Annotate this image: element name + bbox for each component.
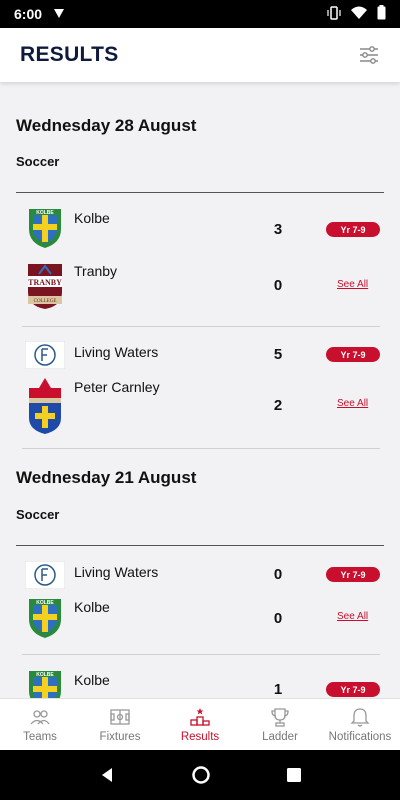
people-icon [30, 710, 50, 725]
team-name: Kolbe [74, 210, 110, 226]
status-bar: 6:00 [0, 0, 400, 28]
filter-button[interactable] [358, 44, 380, 66]
team-score: 2 [273, 397, 283, 414]
peter-carnley-logo [29, 378, 61, 434]
system-navigation-bar [0, 750, 400, 800]
tab-fixtures[interactable]: Fixtures [80, 699, 160, 750]
svg-text:KOLBE: KOLBE [36, 672, 54, 678]
match-divider [22, 654, 380, 655]
trophy-icon [271, 708, 289, 727]
see-all-link[interactable]: See All [337, 398, 368, 409]
sport-label: Soccer [16, 154, 60, 169]
team-score: 5 [273, 346, 283, 363]
svg-text:COLLEGE: COLLEGE [34, 299, 57, 304]
tab-teams-label: Teams [23, 731, 57, 743]
filter-sliders-icon [360, 46, 378, 64]
back-icon[interactable] [98, 766, 116, 784]
team-score: 0 [273, 566, 283, 583]
tranby-logo: TRANBY COLLEGE [28, 264, 62, 309]
team-name: Tranby [74, 263, 118, 279]
team-name: Living Waters [74, 564, 159, 580]
page-title: RESULTS [20, 43, 119, 66]
podium-icon [190, 708, 210, 726]
field-icon [110, 709, 130, 725]
kolbe-logo: KOLBE [29, 671, 61, 698]
tab-ladder-label: Ladder [262, 731, 298, 743]
team-name: Living Waters [74, 344, 159, 360]
living-waters-logo [25, 341, 65, 369]
living-waters-logo [25, 561, 65, 589]
bell-icon [350, 708, 370, 727]
year-badge: Yr 7-9 [326, 347, 380, 362]
section-divider [16, 192, 384, 193]
team-score: 0 [273, 610, 283, 627]
kolbe-logo: KOLBE [29, 599, 61, 638]
section-date-heading: Wednesday 28 August [16, 116, 197, 135]
section-divider [16, 545, 384, 546]
svg-text:KOLBE: KOLBE [36, 600, 54, 606]
sport-label: Soccer [16, 507, 60, 522]
match-divider [22, 326, 380, 327]
bottom-tab-bar: Teams Fixtures Results Ladder Notificati… [0, 698, 400, 750]
tab-notifications-label: Notifications [328, 731, 392, 743]
svg-text:KOLBE: KOLBE [36, 210, 54, 216]
team-name: Kolbe [74, 672, 110, 688]
battery-icon [377, 5, 386, 23]
team-score: 0 [273, 277, 283, 294]
team-name: Peter Carnley [74, 379, 160, 395]
app-header: RESULTS [0, 28, 400, 82]
match-divider [22, 448, 380, 449]
see-all-link[interactable]: See All [337, 279, 368, 290]
team-score: 1 [273, 681, 283, 698]
tab-fixtures-label: Fixtures [99, 731, 141, 743]
status-time: 6:00 [14, 6, 43, 22]
see-all-link[interactable]: See All [337, 611, 368, 622]
kolbe-logo: KOLBE [29, 209, 61, 248]
team-score: 3 [273, 221, 283, 238]
results-list[interactable]: Wednesday 28 August Soccer KOLBE Kolbe 3… [0, 82, 400, 698]
tab-teams[interactable]: Teams [0, 699, 80, 750]
wifi-icon [351, 6, 367, 23]
home-icon[interactable] [191, 765, 211, 785]
year-badge: Yr 7-9 [326, 222, 380, 237]
svg-text:TRANBY: TRANBY [28, 278, 62, 287]
year-badge: Yr 7-9 [326, 682, 380, 697]
vibrate-icon [327, 5, 341, 23]
year-badge: Yr 7-9 [326, 567, 380, 582]
notification-arrow-icon [52, 6, 66, 23]
tab-results-label: Results [180, 731, 220, 743]
tab-notifications[interactable]: Notifications [320, 699, 400, 750]
section-date-heading: Wednesday 21 August [16, 468, 197, 487]
tab-results[interactable]: Results [160, 699, 240, 750]
tab-ladder[interactable]: Ladder [240, 699, 320, 750]
recents-icon[interactable] [286, 767, 302, 783]
team-name: Kolbe [74, 599, 110, 615]
